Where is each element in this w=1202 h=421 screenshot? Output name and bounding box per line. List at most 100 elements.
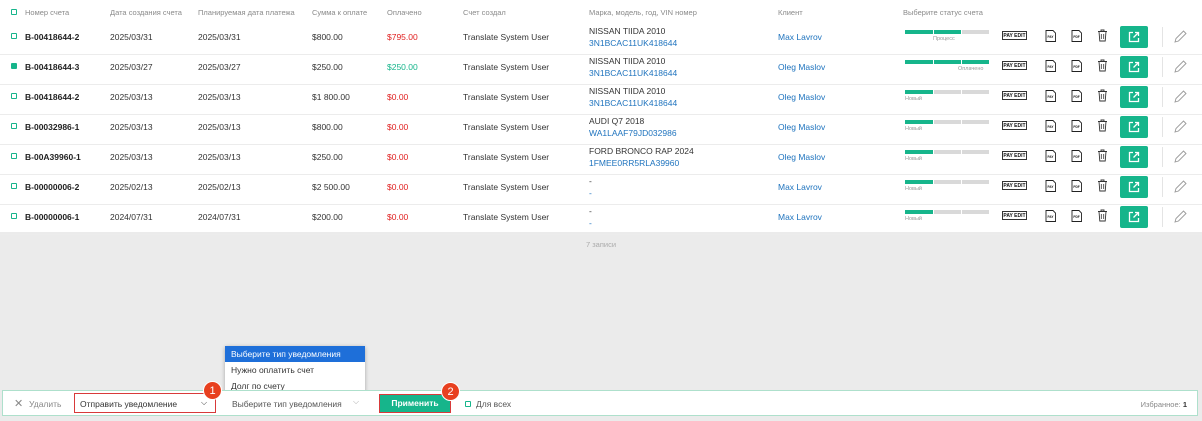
row-checkbox[interactable] xyxy=(11,123,17,129)
status-progress-bar[interactable] xyxy=(905,180,989,184)
pay-doc-icon[interactable]: PAY xyxy=(1045,60,1056,72)
pay-edit-button[interactable]: PAY EDIT xyxy=(1002,121,1027,130)
vin-link[interactable]: - xyxy=(589,188,592,198)
row-checkbox[interactable] xyxy=(11,33,17,39)
pay-edit-button[interactable]: PAY EDIT xyxy=(1002,61,1027,70)
pay-doc-icon[interactable]: PAY xyxy=(1045,180,1056,192)
table-row[interactable]: B-00A39960-1 2025/03/13 2025/03/13 $250.… xyxy=(0,144,1202,175)
vin-link[interactable]: 3N1BCAC11UK418644 xyxy=(589,68,677,78)
trash-icon[interactable] xyxy=(1097,89,1108,102)
client-link[interactable]: Oleg Maslov xyxy=(778,92,825,102)
table-row[interactable]: B-00418644-2 2025/03/31 2025/03/31 $800.… xyxy=(0,24,1202,55)
invoice-number[interactable]: B-00418644-2 xyxy=(25,92,79,102)
trash-icon[interactable] xyxy=(1097,209,1108,222)
pdf-doc-icon[interactable]: PDF xyxy=(1071,30,1082,42)
client-link[interactable]: Max Lavrov xyxy=(778,32,822,42)
pdf-doc-icon[interactable]: PDF xyxy=(1071,150,1082,162)
pdf-doc-icon[interactable]: PDF xyxy=(1071,90,1082,102)
notification-type-select[interactable]: Выберите тип уведомления xyxy=(232,399,342,409)
row-checkbox[interactable] xyxy=(11,93,17,99)
row-checkbox[interactable] xyxy=(11,63,17,69)
delete-button[interactable]: Удалить xyxy=(29,399,61,409)
close-icon[interactable]: ✕ xyxy=(14,397,23,410)
row-checkbox[interactable] xyxy=(11,183,17,189)
table-row[interactable]: B-00418644-3 2025/03/27 2025/03/27 $250.… xyxy=(0,54,1202,85)
pay-edit-button[interactable]: PAY EDIT xyxy=(1002,31,1027,40)
edit-button[interactable] xyxy=(1162,207,1193,227)
vin-link[interactable]: WA1LAAF79JD032986 xyxy=(589,128,677,138)
col-car[interactable]: Марка, модель, год, VIN номер xyxy=(589,8,697,17)
pdf-doc-icon[interactable]: PDF xyxy=(1071,60,1082,72)
col-amount[interactable]: Сумма к оплате xyxy=(312,8,367,17)
status-progress-bar[interactable] xyxy=(905,90,989,94)
dropdown-option[interactable]: Нужно оплатить счет xyxy=(225,362,365,378)
select-all-checkbox[interactable] xyxy=(11,9,17,15)
edit-button[interactable] xyxy=(1162,27,1193,47)
table-row[interactable]: B-00032986-1 2025/03/13 2025/03/13 $800.… xyxy=(0,114,1202,145)
pay-doc-icon[interactable]: PAY xyxy=(1045,30,1056,42)
client-link[interactable]: Oleg Maslov xyxy=(778,152,825,162)
invoice-number[interactable]: B-00418644-2 xyxy=(25,32,79,42)
vin-link[interactable]: - xyxy=(589,218,592,228)
trash-icon[interactable] xyxy=(1097,59,1108,72)
table-row[interactable]: B-00000006-2 2025/02/13 2025/02/13 $2 50… xyxy=(0,174,1202,205)
open-external-button[interactable] xyxy=(1120,56,1148,78)
edit-button[interactable] xyxy=(1162,57,1193,77)
open-external-button[interactable] xyxy=(1120,206,1148,228)
vin-link[interactable]: 3N1BCAC11UK418644 xyxy=(589,98,677,108)
status-progress-bar[interactable] xyxy=(905,210,989,214)
trash-icon[interactable] xyxy=(1097,149,1108,162)
edit-button[interactable] xyxy=(1162,87,1193,107)
dropdown-option[interactable]: Выберите тип уведомления xyxy=(225,346,365,362)
table-row[interactable]: B-00418644-2 2025/03/13 2025/03/13 $1 80… xyxy=(0,84,1202,115)
pay-doc-icon[interactable]: PAY xyxy=(1045,120,1056,132)
pdf-doc-icon[interactable]: PDF xyxy=(1071,210,1082,222)
col-status[interactable]: Выберите статус счета xyxy=(903,8,983,17)
col-planned[interactable]: Планируемая дата платежа xyxy=(198,8,295,17)
col-number[interactable]: Номер счета xyxy=(25,8,69,17)
status-progress-bar[interactable] xyxy=(905,60,989,64)
invoice-number[interactable]: B-00000006-2 xyxy=(25,182,79,192)
client-link[interactable]: Oleg Maslov xyxy=(778,62,825,72)
col-client[interactable]: Клиент xyxy=(778,8,803,17)
action-select[interactable]: Отправить уведомление ⌵ xyxy=(74,393,216,413)
edit-button[interactable] xyxy=(1162,117,1193,137)
invoice-number[interactable]: B-00A39960-1 xyxy=(25,152,81,162)
edit-button[interactable] xyxy=(1162,177,1193,197)
col-paid[interactable]: Оплачено xyxy=(387,8,422,17)
pay-edit-button[interactable]: PAY EDIT xyxy=(1002,181,1027,190)
status-progress-bar[interactable] xyxy=(905,30,989,34)
client-link[interactable]: Oleg Maslov xyxy=(778,122,825,132)
apply-button[interactable]: Применить xyxy=(379,394,451,413)
pay-edit-button[interactable]: PAY EDIT xyxy=(1002,211,1027,220)
open-external-button[interactable] xyxy=(1120,146,1148,168)
pdf-doc-icon[interactable]: PDF xyxy=(1071,120,1082,132)
client-link[interactable]: Max Lavrov xyxy=(778,182,822,192)
col-created[interactable]: Дата создания счета xyxy=(110,8,182,17)
pay-doc-icon[interactable]: PAY xyxy=(1045,210,1056,222)
invoice-number[interactable]: B-00032986-1 xyxy=(25,122,79,132)
status-progress-bar[interactable] xyxy=(905,120,989,124)
row-checkbox[interactable] xyxy=(11,153,17,159)
trash-icon[interactable] xyxy=(1097,29,1108,42)
row-checkbox[interactable] xyxy=(11,213,17,219)
pay-doc-icon[interactable]: PAY xyxy=(1045,150,1056,162)
pay-doc-icon[interactable]: PAY xyxy=(1045,90,1056,102)
trash-icon[interactable] xyxy=(1097,179,1108,192)
trash-icon[interactable] xyxy=(1097,119,1108,132)
table-row[interactable]: B-00000006-1 2024/07/31 2024/07/31 $200.… xyxy=(0,204,1202,235)
col-creator[interactable]: Счет создал xyxy=(463,8,506,17)
notification-type-dropdown[interactable]: Выберите тип уведомления Нужно оплатить … xyxy=(225,346,365,395)
invoice-number[interactable]: B-00000006-1 xyxy=(25,212,79,222)
edit-button[interactable] xyxy=(1162,147,1193,167)
pay-edit-button[interactable]: PAY EDIT xyxy=(1002,151,1027,160)
client-link[interactable]: Max Lavrov xyxy=(778,212,822,222)
status-progress-bar[interactable] xyxy=(905,150,989,154)
for-all-checkbox[interactable] xyxy=(465,401,471,407)
open-external-button[interactable] xyxy=(1120,26,1148,48)
vin-link[interactable]: 3N1BCAC11UK418644 xyxy=(589,38,677,48)
pdf-doc-icon[interactable]: PDF xyxy=(1071,180,1082,192)
vin-link[interactable]: 1FMEE0RR5RLA39960 xyxy=(589,158,679,168)
invoice-number[interactable]: B-00418644-3 xyxy=(25,62,79,72)
open-external-button[interactable] xyxy=(1120,86,1148,108)
